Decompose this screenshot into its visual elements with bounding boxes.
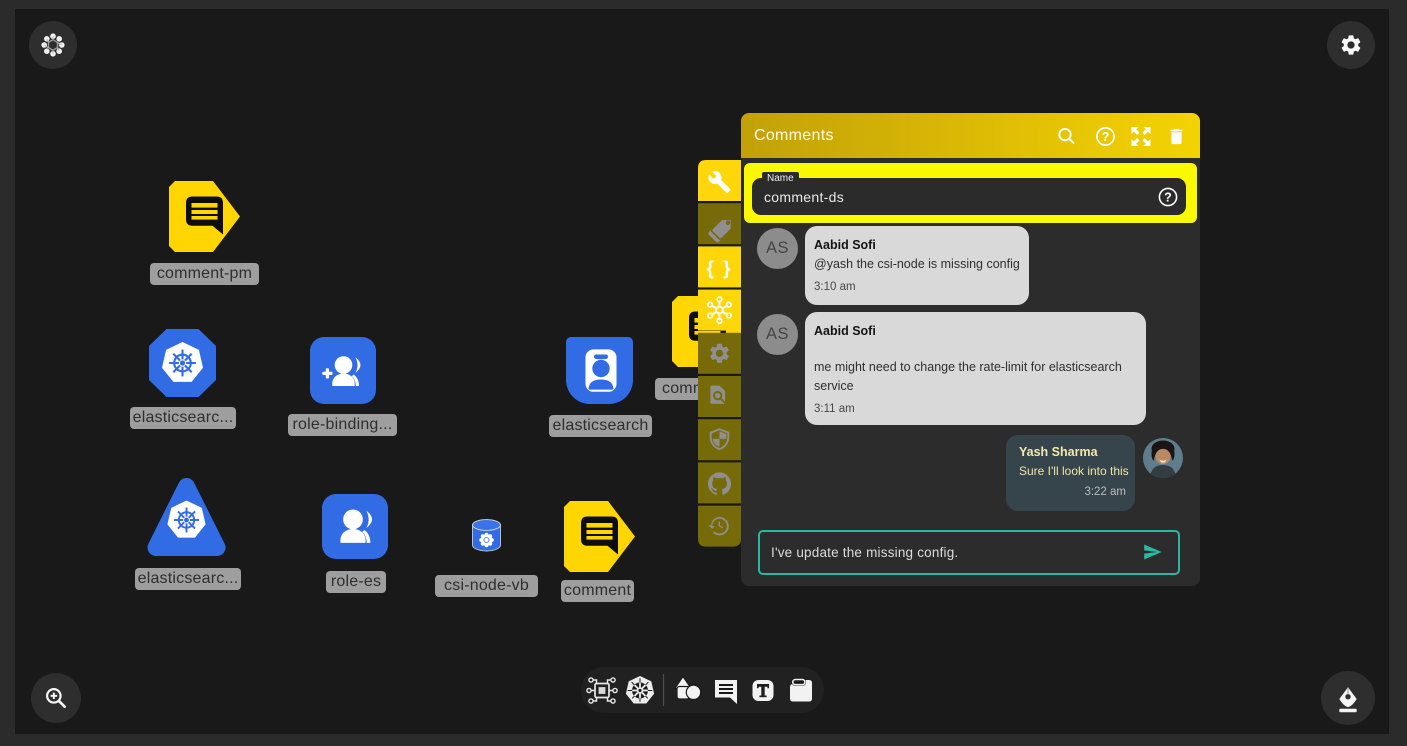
svg-text:{ }: { } <box>706 259 732 280</box>
svg-text:?: ? <box>1102 130 1110 144</box>
svg-text:?: ? <box>1164 191 1172 205</box>
